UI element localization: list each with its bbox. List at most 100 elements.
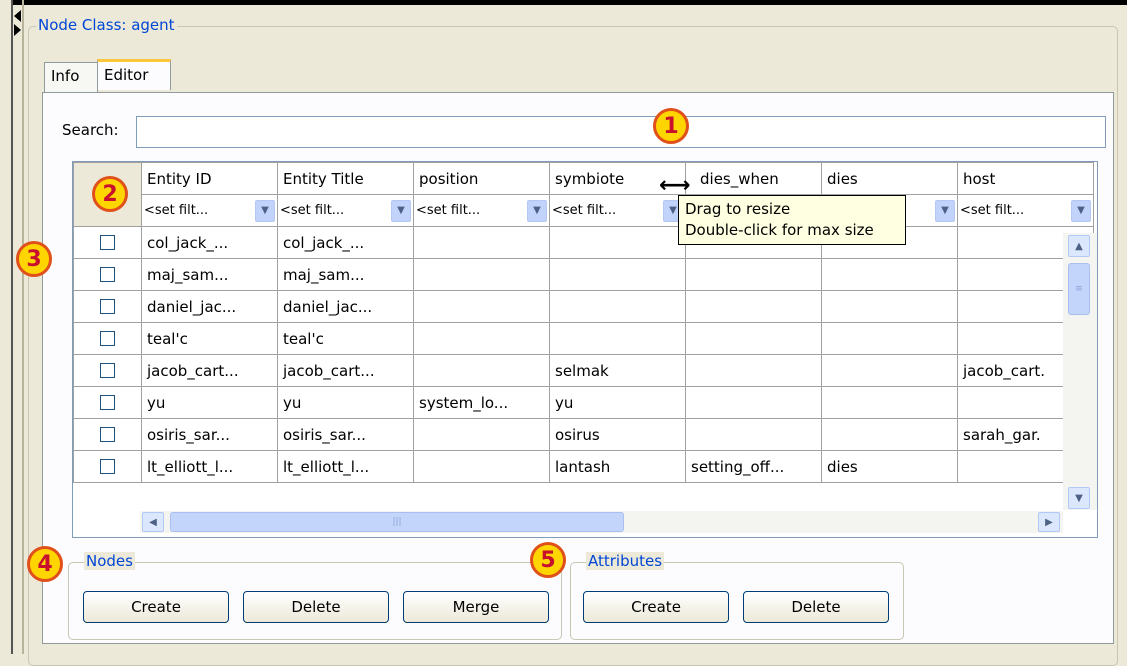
arrow-up-icon[interactable]: ▲: [1068, 235, 1090, 257]
nodes-merge-button[interactable]: Merge: [403, 591, 549, 623]
row-checkbox[interactable]: [100, 395, 115, 410]
arrow-right-icon[interactable]: ▶: [1038, 512, 1060, 532]
table-cell[interactable]: [821, 418, 958, 451]
table-cell[interactable]: [685, 290, 822, 323]
table-cell[interactable]: [549, 290, 686, 323]
table-row[interactable]: osiris_sar... osiris_sar... osirus sarah_ga…: [73, 418, 1094, 451]
chevron-down-icon[interactable]: ▼: [391, 199, 411, 222]
filter-position[interactable]: <set filt... ▼: [413, 194, 550, 227]
column-header-dies[interactable]: dies: [821, 162, 958, 195]
row-checkbox[interactable]: [100, 331, 115, 346]
arrow-down-icon[interactable]: ▼: [1068, 487, 1090, 509]
table-cell[interactable]: [821, 290, 958, 323]
column-header-entity-id[interactable]: Entity ID: [141, 162, 278, 195]
table-cell[interactable]: selmak: [549, 354, 686, 387]
table-cell[interactable]: lantash: [549, 450, 686, 483]
search-input[interactable]: [136, 116, 1106, 148]
column-header-dies-when[interactable]: dies_when: [685, 162, 822, 195]
table-cell[interactable]: [549, 322, 686, 355]
table-cell[interactable]: daniel_jac...: [277, 290, 414, 323]
table-cell[interactable]: [549, 226, 686, 259]
row-checkbox-cell: [73, 226, 142, 259]
filter-symbiote[interactable]: <set filt... ▼: [549, 194, 686, 227]
table-cell[interactable]: osiris_sar...: [277, 418, 414, 451]
column-header-entity-title[interactable]: Entity Title: [277, 162, 414, 195]
table-row[interactable]: col_jack_... col_jack_...: [73, 226, 1094, 259]
table-cell[interactable]: osiris_sar...: [141, 418, 278, 451]
tab-info-label: Info: [51, 67, 80, 85]
vertical-scroll-thumb[interactable]: ≡: [1068, 263, 1090, 315]
row-checkbox[interactable]: [100, 459, 115, 474]
table-row[interactable]: maj_sam... maj_sam...: [73, 258, 1094, 291]
table-cell[interactable]: maj_sam...: [141, 258, 278, 291]
table-cell[interactable]: [821, 354, 958, 387]
table-cell[interactable]: system_lo...: [413, 386, 550, 419]
table-cell[interactable]: setting_off...: [685, 450, 822, 483]
dies-when-label: dies_when: [700, 169, 779, 188]
table-row[interactable]: jacob_cart... jacob_cart... selmak jacob_ca…: [73, 354, 1094, 387]
row-checkbox[interactable]: [100, 427, 115, 442]
table-cell[interactable]: yu: [549, 386, 686, 419]
table-cell[interactable]: osirus: [549, 418, 686, 451]
filter-host[interactable]: <set filt... ▼: [957, 194, 1094, 227]
chevron-down-icon[interactable]: ▼: [935, 199, 955, 222]
table-cell[interactable]: [685, 418, 822, 451]
table-cell[interactable]: [821, 322, 958, 355]
table-cell[interactable]: [413, 226, 550, 259]
table-cell[interactable]: jacob_cart...: [277, 354, 414, 387]
attributes-create-button[interactable]: Create: [583, 591, 729, 623]
nodes-delete-button[interactable]: Delete: [243, 591, 389, 623]
chevron-down-icon[interactable]: ▼: [527, 199, 547, 222]
expand-right-icon[interactable]: [14, 24, 21, 36]
table-cell[interactable]: jacob_cart...: [141, 354, 278, 387]
table-cell[interactable]: [413, 290, 550, 323]
row-checkbox[interactable]: [100, 363, 115, 378]
table-cell[interactable]: dies: [821, 450, 958, 483]
table-cell[interactable]: lt_elliott_l...: [141, 450, 278, 483]
row-checkbox[interactable]: [100, 235, 115, 250]
chevron-down-icon[interactable]: ▼: [255, 199, 275, 222]
filter-entity-title[interactable]: <set filt... ▼: [277, 194, 414, 227]
horizontal-scroll-thumb[interactable]: |||: [170, 512, 624, 532]
table-cell[interactable]: teal'c: [277, 322, 414, 355]
table-cell[interactable]: [413, 418, 550, 451]
table-cell[interactable]: col_jack_...: [141, 226, 278, 259]
column-header-host[interactable]: host: [957, 162, 1094, 195]
table-cell[interactable]: [413, 322, 550, 355]
table-cell[interactable]: [821, 386, 958, 419]
table-row[interactable]: teal'c teal'c: [73, 322, 1094, 355]
table-cell[interactable]: [821, 258, 958, 291]
filter-entity-id[interactable]: <set filt... ▼: [141, 194, 278, 227]
table-cell[interactable]: [413, 354, 550, 387]
table-cell[interactable]: [413, 258, 550, 291]
table-cell[interactable]: teal'c: [141, 322, 278, 355]
row-checkbox[interactable]: [100, 299, 115, 314]
table-cell[interactable]: [685, 354, 822, 387]
table-cell[interactable]: [685, 258, 822, 291]
table-row[interactable]: lt_elliott_l... lt_elliott_l... lantash set…: [73, 450, 1094, 483]
table-cell[interactable]: yu: [277, 386, 414, 419]
table-cell[interactable]: daniel_jac...: [141, 290, 278, 323]
arrow-left-icon[interactable]: ◀: [142, 512, 164, 532]
nodes-label: Nodes: [84, 552, 135, 570]
callout-1: 1: [653, 108, 689, 144]
collapse-left-icon[interactable]: [14, 10, 21, 22]
table-cell[interactable]: [549, 258, 686, 291]
table-cell[interactable]: col_jack_...: [277, 226, 414, 259]
chevron-down-icon[interactable]: ▼: [1071, 199, 1091, 222]
entity-grid: Entity ID Entity Title position symbiote…: [72, 161, 1098, 538]
attributes-delete-button[interactable]: Delete: [743, 591, 889, 623]
table-cell[interactable]: maj_sam...: [277, 258, 414, 291]
row-checkbox[interactable]: [100, 267, 115, 282]
table-cell[interactable]: [685, 322, 822, 355]
table-cell[interactable]: [413, 450, 550, 483]
tab-info[interactable]: Info: [44, 62, 98, 92]
table-cell[interactable]: yu: [141, 386, 278, 419]
nodes-create-button[interactable]: Create: [83, 591, 229, 623]
tab-editor[interactable]: Editor: [97, 59, 171, 90]
table-row[interactable]: yu yu system_lo... yu: [73, 386, 1094, 419]
column-header-position[interactable]: position: [413, 162, 550, 195]
table-row[interactable]: daniel_jac... daniel_jac...: [73, 290, 1094, 323]
table-cell[interactable]: [685, 386, 822, 419]
table-cell[interactable]: lt_elliott_l...: [277, 450, 414, 483]
